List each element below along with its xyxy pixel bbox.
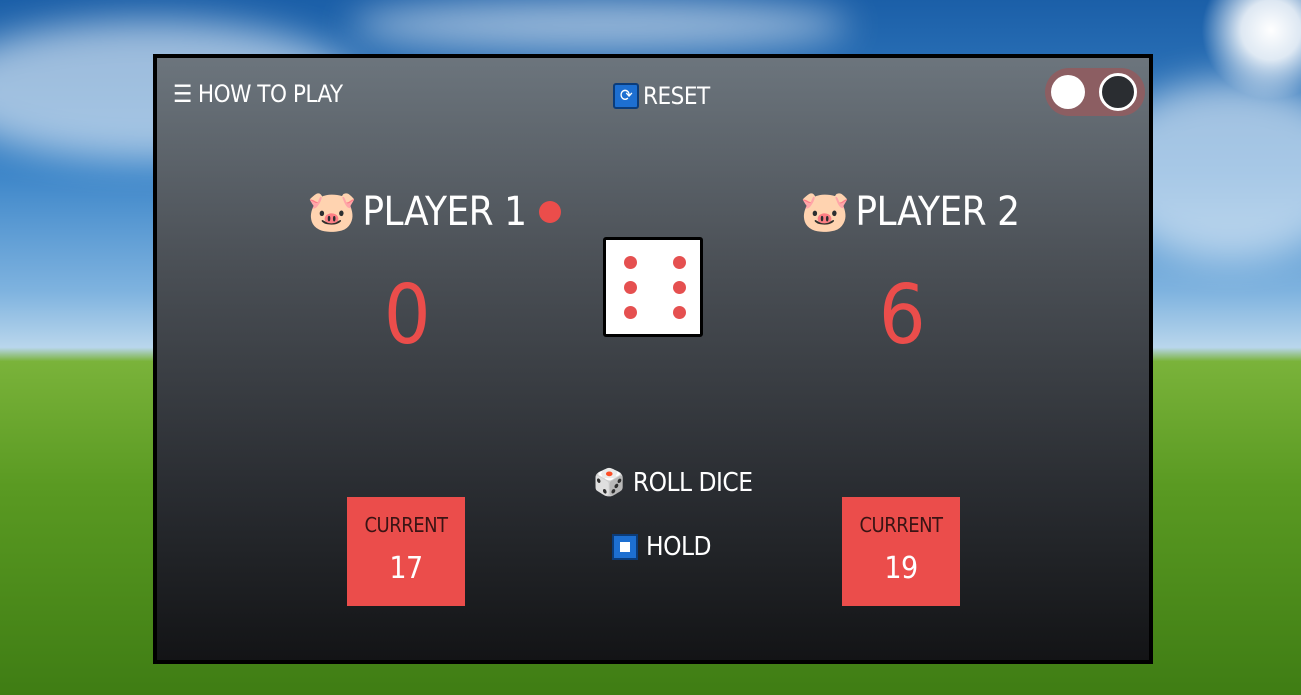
player-2-name: 🐷 PLAYER 2	[800, 188, 1020, 236]
game-board: ☰ HOW TO PLAY ⟳ RESET 🐷 PLAYER 1 0 🐷 PLA…	[153, 54, 1153, 664]
active-player-indicator	[538, 200, 561, 223]
player-1-current-score: 17	[389, 551, 423, 586]
hold-button[interactable]: HOLD	[612, 532, 712, 562]
dark-theme-knob[interactable]	[1099, 73, 1137, 111]
dice-icon: 🎲	[593, 468, 625, 498]
player-2-current-score: 19	[884, 551, 918, 586]
reset-label: RESET	[643, 82, 710, 110]
how-to-play-button[interactable]: ☰ HOW TO PLAY	[173, 80, 343, 108]
pig-icon: 🐷	[800, 189, 850, 235]
menu-icon: ☰	[173, 80, 192, 108]
player-2-score: 6	[878, 268, 926, 363]
dice-pip	[624, 306, 637, 319]
dice-face	[603, 237, 703, 337]
roll-dice-label: ROLL DICE	[632, 468, 753, 498]
player-1-label: PLAYER 1	[362, 188, 527, 235]
player-2-label: PLAYER 2	[855, 188, 1020, 235]
theme-toggle[interactable]	[1045, 68, 1145, 116]
dice-pip	[673, 256, 686, 269]
dice-pip	[624, 281, 637, 294]
pig-icon: 🐷	[307, 189, 357, 235]
dice-pip	[673, 281, 686, 294]
current-label: CURRENT	[859, 513, 943, 537]
player-2-current-box: CURRENT 19	[842, 497, 960, 606]
current-label: CURRENT	[364, 513, 448, 537]
player-1-name: 🐷 PLAYER 1	[307, 188, 561, 235]
how-to-play-label: HOW TO PLAY	[197, 80, 343, 108]
reset-button[interactable]: ⟳ RESET	[613, 82, 710, 110]
roll-dice-button[interactable]: 🎲 ROLL DICE	[593, 468, 753, 498]
dice-pip	[624, 256, 637, 269]
player-1-current-box: CURRENT 17	[347, 497, 465, 606]
light-theme-knob[interactable]	[1051, 75, 1085, 109]
stop-icon	[612, 534, 638, 560]
dice-pip	[673, 306, 686, 319]
hold-label: HOLD	[646, 532, 712, 562]
refresh-icon: ⟳	[613, 83, 639, 109]
player-1-score: 0	[383, 268, 431, 363]
